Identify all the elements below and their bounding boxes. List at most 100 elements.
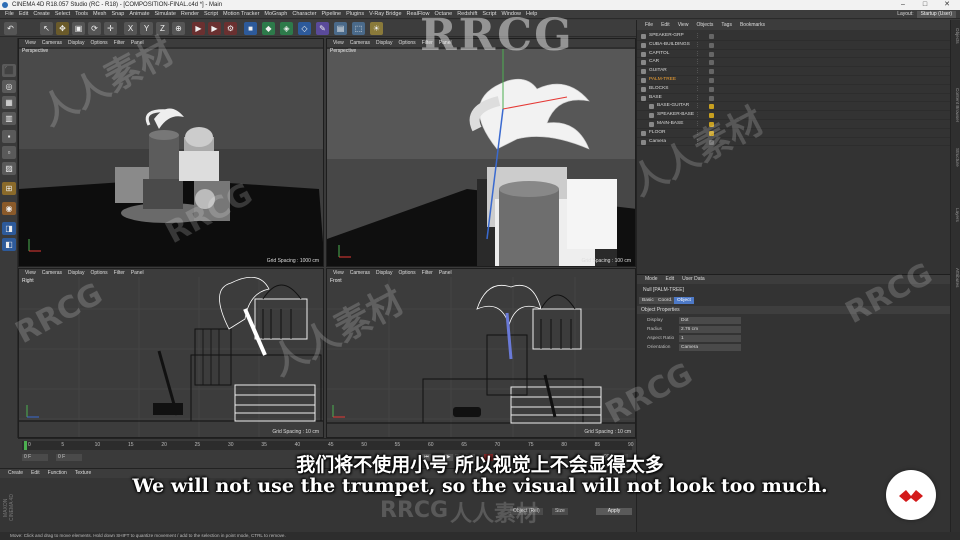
attribute-field[interactable]: 1 bbox=[679, 335, 741, 342]
solo-icon[interactable]: ◧ bbox=[2, 238, 16, 251]
menu-item-create[interactable]: Create bbox=[33, 10, 50, 18]
deformer-icon[interactable]: ◇ bbox=[298, 22, 311, 35]
attribute-field[interactable]: Camera bbox=[679, 344, 741, 351]
side-tab-layers[interactable]: Layers bbox=[952, 208, 960, 264]
world-coordinate-icon[interactable]: ⊕ bbox=[172, 22, 185, 35]
filter-menu[interactable]: Filter bbox=[114, 269, 125, 277]
object-menu-edit[interactable]: Edit bbox=[661, 20, 670, 30]
cameras-menu[interactable]: Cameras bbox=[42, 39, 62, 47]
tag-icon[interactable] bbox=[709, 86, 714, 92]
list-item[interactable]: CUBA-BUILDINGS ⋮ bbox=[637, 41, 951, 50]
side-tab-attributes[interactable]: Attributes bbox=[952, 268, 960, 324]
apply-button[interactable]: Apply bbox=[596, 508, 632, 515]
attribute-field[interactable]: Dot bbox=[679, 317, 741, 324]
tag-icon[interactable] bbox=[709, 78, 714, 83]
visibility-icon[interactable]: ⋮ bbox=[695, 68, 700, 74]
side-tab-content-browser[interactable]: Content Browser bbox=[952, 88, 960, 144]
undo-icon[interactable]: ↶ bbox=[4, 22, 17, 35]
live-selection-icon[interactable]: ↖ bbox=[40, 22, 53, 35]
attribute-menu-user-data[interactable]: User Data bbox=[682, 275, 705, 284]
cameras-menu[interactable]: Cameras bbox=[42, 269, 62, 277]
scale-icon[interactable]: ▣ bbox=[72, 22, 85, 35]
list-item[interactable]: CAPITOL ⋮ bbox=[637, 50, 951, 59]
camera-icon[interactable]: ⬚ bbox=[352, 22, 365, 35]
viewport-perspective-2[interactable]: View Cameras Display Options Filter Panel Per… bbox=[326, 38, 636, 267]
side-tab-structure[interactable]: Structure bbox=[952, 148, 960, 204]
attribute-field[interactable]: 2.76 cm bbox=[679, 326, 741, 333]
size-mode-dropdown[interactable]: Size bbox=[552, 508, 568, 515]
polygons-mode-icon[interactable]: ▨ bbox=[2, 162, 16, 175]
cameras-menu[interactable]: Cameras bbox=[350, 39, 370, 47]
menu-item-mesh[interactable]: Mesh bbox=[93, 10, 106, 18]
display-menu[interactable]: Display bbox=[68, 39, 84, 47]
object-menu-bookmarks[interactable]: Bookmarks bbox=[740, 20, 765, 30]
axis-mode-icon[interactable]: ⊞ bbox=[2, 182, 16, 195]
list-item[interactable]: SPEAKER-GRP ⋮ bbox=[637, 32, 951, 41]
display-menu[interactable]: Display bbox=[68, 269, 84, 277]
list-item[interactable]: PALM-TREE ⋮ bbox=[637, 76, 951, 85]
view-menu[interactable]: View bbox=[25, 269, 36, 277]
tag-icon[interactable] bbox=[709, 104, 714, 110]
menu-item-pipeline[interactable]: Pipeline bbox=[322, 10, 342, 18]
menu-item-motion-tracker[interactable]: Motion Tracker bbox=[223, 10, 259, 18]
visibility-icon[interactable]: ⋮ bbox=[695, 33, 700, 39]
playhead[interactable] bbox=[24, 441, 27, 450]
filter-menu[interactable]: Filter bbox=[422, 269, 433, 277]
make-editable-icon[interactable]: ⬛ bbox=[2, 64, 16, 77]
panel-menu[interactable]: Panel bbox=[131, 269, 144, 277]
cameras-menu[interactable]: Cameras bbox=[350, 269, 370, 277]
menu-item-render[interactable]: Render bbox=[181, 10, 199, 18]
tag-icon[interactable] bbox=[709, 69, 714, 75]
options-menu[interactable]: Options bbox=[90, 269, 107, 277]
lock-workplane-icon[interactable]: ◨ bbox=[2, 222, 16, 235]
object-menu-view[interactable]: View bbox=[678, 20, 689, 30]
list-item[interactable]: GUITAR ⋮ bbox=[637, 67, 951, 76]
edges-mode-icon[interactable]: ▫ bbox=[2, 146, 16, 159]
timeline-ruler[interactable]: 0 5 10 15 20 25 30 35 40 45 50 55 60 65 70 75 80 85 90 bbox=[22, 441, 634, 450]
visibility-icon[interactable]: ⋮ bbox=[695, 86, 700, 92]
tag-icon[interactable] bbox=[709, 42, 714, 48]
menu-item-mograph[interactable]: MoGraph bbox=[264, 10, 287, 18]
visibility-icon[interactable]: ⋮ bbox=[695, 103, 700, 109]
minimize-icon[interactable]: – bbox=[892, 0, 914, 10]
visibility-icon[interactable]: ⋮ bbox=[695, 59, 700, 65]
visibility-icon[interactable]: ⋮ bbox=[695, 51, 700, 57]
panel-menu[interactable]: Panel bbox=[439, 269, 452, 277]
workplane-icon[interactable]: ▥ bbox=[2, 112, 16, 125]
snap-icon[interactable]: ◉ bbox=[2, 202, 16, 215]
array-icon[interactable]: ◈ bbox=[280, 22, 293, 35]
menu-item-plugins[interactable]: Plugins bbox=[346, 10, 364, 18]
tag-icon[interactable] bbox=[709, 60, 714, 66]
menu-item-simulate[interactable]: Simulate bbox=[155, 10, 176, 18]
render-picture-viewer-icon[interactable]: ▶ bbox=[208, 22, 221, 35]
tag-icon[interactable] bbox=[709, 34, 714, 39]
menu-item-edit[interactable]: Edit bbox=[19, 10, 28, 18]
close-icon[interactable]: ✕ bbox=[936, 0, 958, 10]
points-mode-icon[interactable]: ▪ bbox=[2, 130, 16, 143]
menu-item-tools[interactable]: Tools bbox=[75, 10, 88, 18]
light-icon[interactable]: ☀ bbox=[370, 22, 383, 35]
visibility-icon[interactable]: ⋮ bbox=[695, 42, 700, 48]
attribute-menu-mode[interactable]: Mode bbox=[645, 275, 658, 284]
options-menu[interactable]: Options bbox=[398, 39, 415, 47]
attribute-menu-edit[interactable]: Edit bbox=[666, 275, 675, 284]
list-item[interactable]: BLOCKS ⋮ bbox=[637, 85, 951, 94]
floor-icon[interactable]: ▤ bbox=[334, 22, 347, 35]
menu-item-script[interactable]: Script bbox=[204, 10, 218, 18]
render-view-icon[interactable]: ▶ bbox=[192, 22, 205, 35]
cube-icon[interactable]: ■ bbox=[244, 22, 257, 35]
tag-icon[interactable] bbox=[709, 95, 714, 101]
menu-item-animate[interactable]: Animate bbox=[129, 10, 149, 18]
recent-tools-icon[interactable]: ✛ bbox=[104, 22, 117, 35]
tab-object[interactable]: Object bbox=[674, 297, 694, 304]
maximize-icon[interactable]: □ bbox=[914, 0, 936, 10]
options-menu[interactable]: Options bbox=[90, 39, 107, 47]
layout-value[interactable]: Startup (User) bbox=[916, 11, 956, 18]
list-item[interactable]: BASE-GUITAR ⋮ bbox=[637, 102, 951, 112]
menu-item-file[interactable]: File bbox=[5, 10, 14, 18]
menu-item-select[interactable]: Select bbox=[55, 10, 70, 18]
subdivision-icon[interactable]: ◆ bbox=[262, 22, 275, 35]
object-menu-tags[interactable]: Tags bbox=[721, 20, 732, 30]
spline-icon[interactable]: ✎ bbox=[316, 22, 329, 35]
menu-item-v-ray-bridge[interactable]: V-Ray Bridge bbox=[369, 10, 401, 18]
